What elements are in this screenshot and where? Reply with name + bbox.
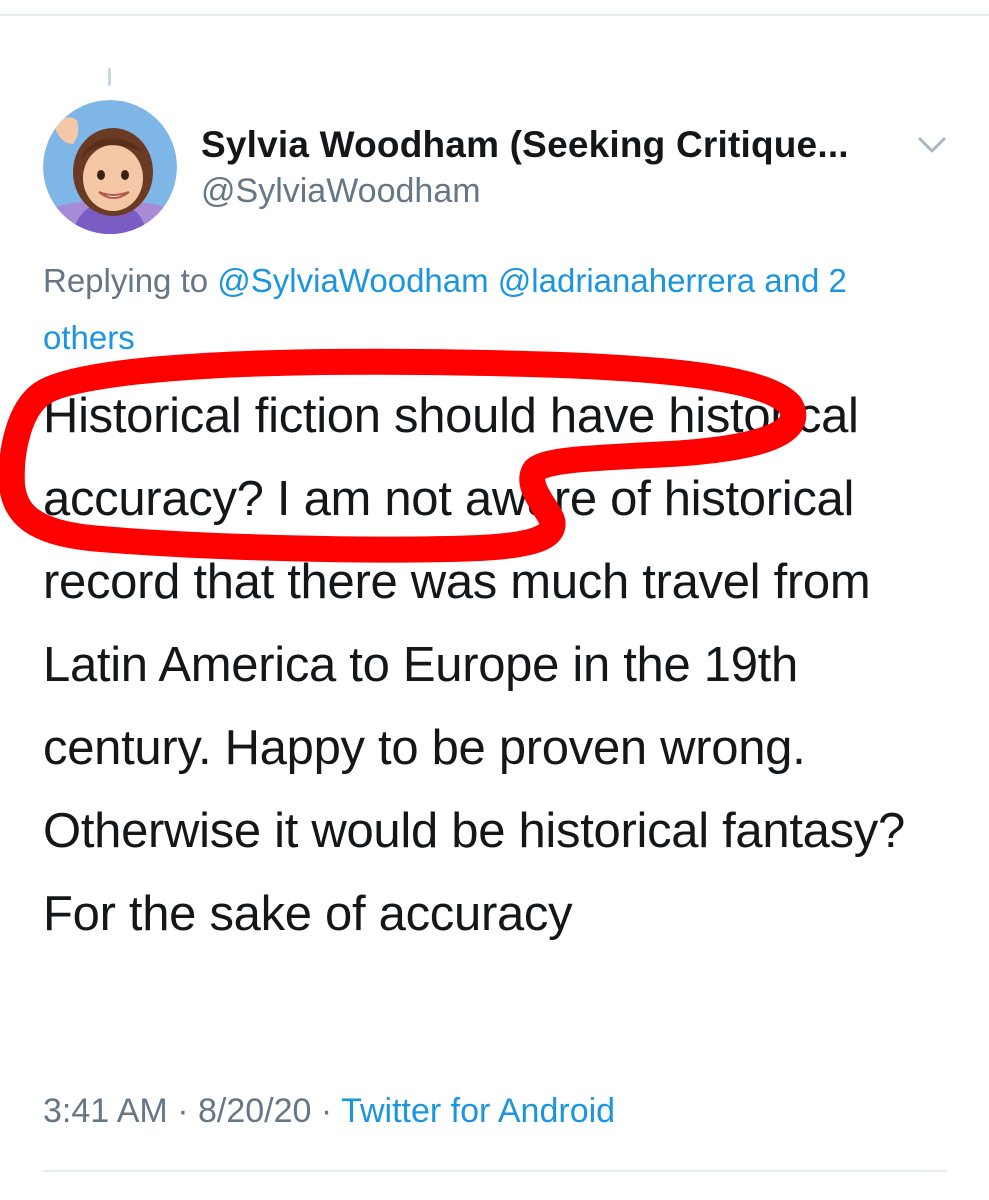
author-handle[interactable]: @SylviaWoodham bbox=[201, 172, 481, 211]
meta-separator: · bbox=[177, 1092, 189, 1130]
chevron-down-icon bbox=[918, 137, 946, 153]
replying-prefix: Replying to bbox=[43, 262, 209, 299]
mention-link[interactable]: @SylviaWoodham bbox=[217, 262, 488, 299]
author-display-name[interactable]: Sylvia Woodham (Seeking Critique... bbox=[201, 124, 849, 166]
tweet-meta: 3:41 AM · 8/20/20 · Twitter for Android bbox=[43, 1092, 615, 1131]
meta-separator: · bbox=[320, 1092, 333, 1130]
replying-to: Replying to @SylviaWoodham @ladrianaherr… bbox=[43, 252, 943, 366]
tweet-date: 8/20/20 bbox=[197, 1092, 312, 1130]
cartoon-avatar-icon bbox=[43, 100, 177, 234]
thread-connector-line bbox=[108, 68, 111, 86]
top-divider bbox=[0, 14, 989, 16]
tweet-text: Historical fiction should have historica… bbox=[43, 389, 905, 941]
tweet-menu-button[interactable] bbox=[912, 130, 952, 160]
avatar[interactable] bbox=[43, 100, 177, 234]
tweet-time: 3:41 AM bbox=[43, 1092, 168, 1130]
mention-link[interactable]: @ladrianaherrera bbox=[498, 262, 755, 299]
tweet-source-link[interactable]: Twitter for Android bbox=[341, 1092, 615, 1130]
bottom-divider bbox=[43, 1170, 947, 1172]
